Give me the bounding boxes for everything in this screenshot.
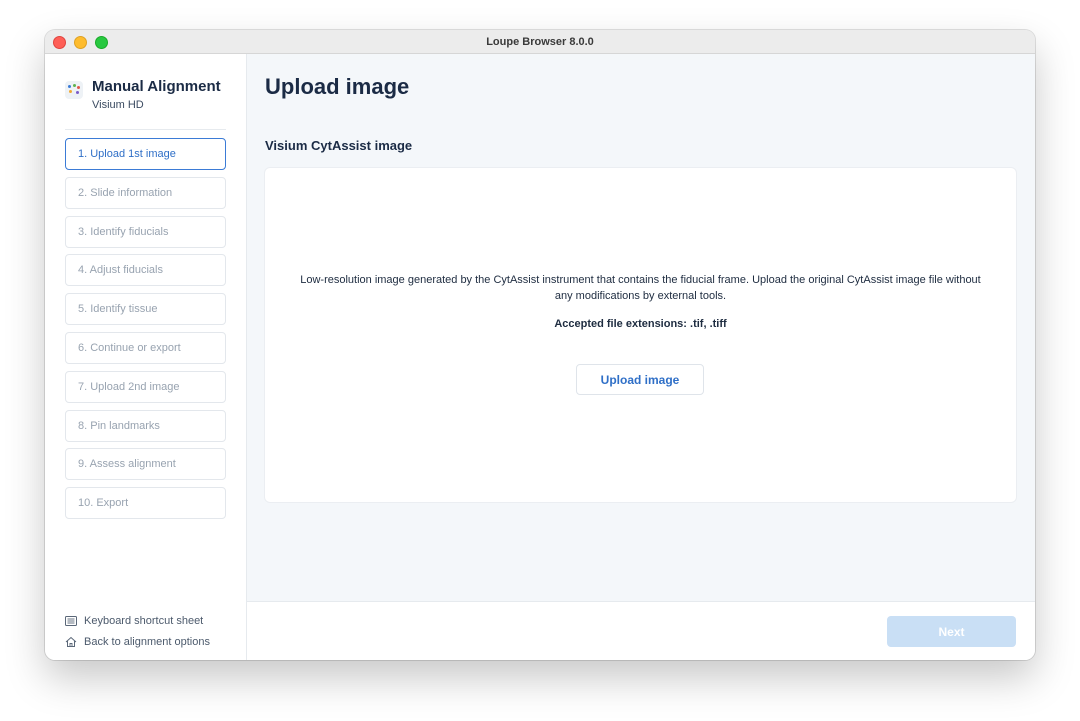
title-bar: Loupe Browser 8.0.0: [45, 30, 1035, 54]
minimize-window-button[interactable]: [74, 36, 87, 49]
back-to-alignment-options-link[interactable]: Back to alignment options: [65, 631, 240, 652]
zoom-window-button[interactable]: [95, 36, 108, 49]
brand-title: Manual Alignment: [92, 78, 221, 95]
step-assess-alignment: 9. Assess alignment: [65, 448, 226, 481]
manual-alignment-icon: [65, 81, 83, 99]
accepted-extensions: Accepted file extensions: .tif, .tiff: [554, 318, 727, 330]
window-controls: [53, 36, 108, 49]
keyboard-icon: [65, 615, 77, 627]
step-identify-tissue: 5. Identify tissue: [65, 293, 226, 326]
bottom-bar: Next: [247, 601, 1035, 660]
keyboard-shortcut-sheet-label: Keyboard shortcut sheet: [84, 614, 204, 627]
sidebar-footer: Keyboard shortcut sheet Back to alignmen…: [65, 610, 240, 652]
upload-card: Low-resolution image generated by the Cy…: [265, 168, 1016, 502]
step-export: 10. Export: [65, 487, 226, 520]
step-continue-or-export: 6. Continue or export: [65, 331, 226, 364]
brand: Manual Alignment Visium HD: [65, 78, 221, 111]
window-title: Loupe Browser 8.0.0: [486, 35, 594, 48]
brand-subtitle: Visium HD: [92, 99, 144, 111]
step-pin-landmarks: 8. Pin landmarks: [65, 409, 226, 442]
step-adjust-fiducials: 4. Adjust fiducials: [65, 254, 226, 287]
step-upload-1st-image[interactable]: 1. Upload 1st image: [65, 138, 226, 170]
home-icon: [65, 636, 77, 648]
close-window-button[interactable]: [53, 36, 66, 49]
app-window: Loupe Browser 8.0.0 Manual Alignment Vis…: [45, 30, 1035, 660]
step-upload-2nd-image: 7. Upload 2nd image: [65, 370, 226, 403]
step-identify-fiducials: 3. Identify fiducials: [65, 215, 226, 248]
upload-description: Low-resolution image generated by the Cy…: [300, 274, 981, 302]
back-to-alignment-options-label: Back to alignment options: [84, 635, 210, 648]
main-panel: Upload image Visium CytAssist image Low-…: [247, 54, 1035, 660]
next-button[interactable]: Next: [887, 616, 1016, 647]
step-list: 1. Upload 1st image 2. Slide information…: [65, 138, 226, 526]
page-title: Upload image: [265, 74, 410, 99]
upload-image-button[interactable]: Upload image: [576, 364, 704, 395]
keyboard-shortcut-sheet-link[interactable]: Keyboard shortcut sheet: [65, 610, 240, 631]
sidebar: Manual Alignment Visium HD 1. Upload 1st…: [45, 54, 247, 660]
section-title: Visium CytAssist image: [265, 138, 413, 153]
step-slide-information: 2. Slide information: [65, 176, 226, 209]
sidebar-divider: [65, 129, 226, 130]
